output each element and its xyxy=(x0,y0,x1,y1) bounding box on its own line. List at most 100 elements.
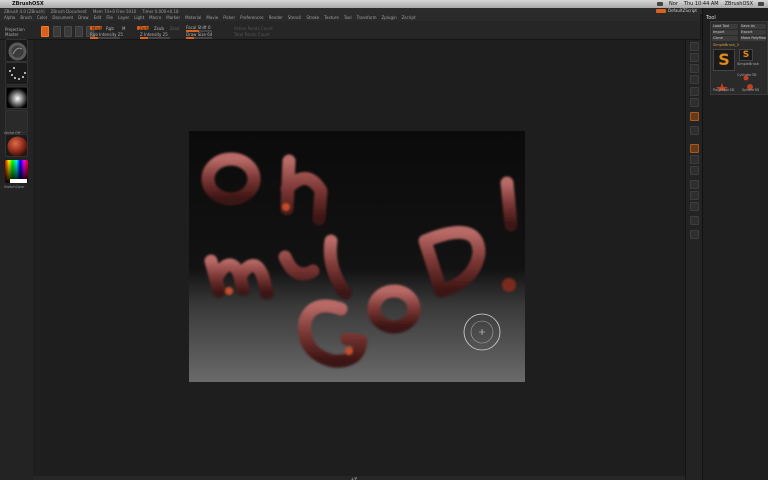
simple-brush-thumbnail[interactable]: S xyxy=(739,49,753,61)
import-button[interactable]: Import xyxy=(712,30,738,35)
switch-color-label[interactable]: SwitchColor xyxy=(4,185,25,189)
z-intensity-fill xyxy=(140,37,148,39)
texture-selector[interactable] xyxy=(5,110,28,133)
menu-marker[interactable]: Marker xyxy=(166,15,180,20)
mrgb-label: Mrgb xyxy=(92,26,103,31)
menu-alpha[interactable]: Alpha xyxy=(4,15,15,20)
rotate-button[interactable] xyxy=(690,202,699,211)
rgb-intensity-fill xyxy=(90,37,98,39)
stroke-letter-h xyxy=(280,154,328,226)
menu-document[interactable]: Document xyxy=(52,15,73,20)
aahalf-button[interactable] xyxy=(690,98,699,107)
wifi-icon[interactable] xyxy=(657,2,664,6)
menu-draw[interactable]: Draw xyxy=(78,15,88,20)
shelf-handle-icon[interactable]: ▲▼ xyxy=(351,476,357,480)
cylinder-thumbnail[interactable] xyxy=(739,66,753,81)
red-wax-material-icon xyxy=(7,136,27,156)
m-button[interactable]: M xyxy=(122,26,125,31)
transp-button[interactable] xyxy=(690,230,699,239)
edit-mode-button[interactable] xyxy=(41,26,49,37)
brush-selector[interactable] xyxy=(5,39,28,62)
stroke-exclamation xyxy=(500,176,518,232)
stroke-letter-D xyxy=(418,226,486,298)
default-script-button[interactable] xyxy=(656,9,666,13)
zsub-button[interactable]: Zsub xyxy=(154,26,164,31)
clock[interactable]: Thu 10:44 AM xyxy=(684,1,719,7)
stroke-highlight xyxy=(225,287,233,295)
zbrush-menubar: Alpha Brush Color Document Draw Edit Fil… xyxy=(0,14,700,21)
export-button[interactable]: Export xyxy=(740,30,766,35)
actual-button[interactable] xyxy=(690,87,699,96)
clone-button[interactable]: Clone xyxy=(712,36,738,41)
persp-button[interactable] xyxy=(690,112,699,121)
polyf-button[interactable] xyxy=(690,216,699,225)
current-tool-label: SimpleBrush_3 xyxy=(713,43,740,47)
menu-stencil[interactable]: Stencil xyxy=(288,15,302,20)
title-item: ZBrush 4.0 [ZBrush] xyxy=(4,8,45,14)
zoom-button[interactable] xyxy=(690,75,699,84)
menu-stroke[interactable]: Stroke xyxy=(306,15,319,20)
sphere-thumbnail[interactable] xyxy=(743,77,757,90)
scale-button[interactable] xyxy=(690,191,699,200)
mac-menubar: ZBrushOSX Nor Thu 10:44 AM ZBrushOSX xyxy=(0,0,768,8)
local-button[interactable] xyxy=(690,144,699,153)
scale-mode-button[interactable] xyxy=(75,26,83,37)
menu-file[interactable]: File xyxy=(106,15,113,20)
stroke-highlight xyxy=(345,347,353,355)
app-menu[interactable]: ZBrushOSX xyxy=(12,1,44,7)
alpha-selector[interactable] xyxy=(5,86,28,109)
rgb-button[interactable]: Rgb xyxy=(106,26,114,31)
make-polymesh-button[interactable]: Make PolyMesh3D xyxy=(740,36,766,41)
sculpted-text-strokes xyxy=(201,152,518,368)
current-tool-thumbnail[interactable]: S xyxy=(713,49,735,71)
draw-mode-button[interactable] xyxy=(53,26,61,37)
save-as-button[interactable]: Save As xyxy=(740,24,766,29)
menu-picker[interactable]: Picker xyxy=(223,15,235,20)
menu-light[interactable]: Light xyxy=(134,15,144,20)
material-selector[interactable] xyxy=(5,134,28,157)
menu-texture[interactable]: Texture xyxy=(324,15,339,20)
stroke-letter-O xyxy=(201,152,261,206)
menu-macro[interactable]: Macro xyxy=(149,15,161,20)
move-mode-button[interactable] xyxy=(64,26,72,37)
frame-button[interactable] xyxy=(690,166,699,175)
spotlight-icon[interactable] xyxy=(758,2,764,6)
bpr-button[interactable] xyxy=(690,42,699,51)
stroke-highlight xyxy=(282,203,290,211)
zcut-button[interactable]: Zcut xyxy=(170,26,179,31)
move-button[interactable] xyxy=(690,180,699,189)
top-toolbar: Projection Master Mrgb Rgb M Rgb Intensi… xyxy=(0,21,700,40)
document-canvas[interactable] xyxy=(189,131,525,382)
floor-button[interactable] xyxy=(690,126,699,135)
menu-layer[interactable]: Layer xyxy=(118,15,129,20)
bottom-shelf: ▲▼ xyxy=(33,476,685,480)
menu-brush[interactable]: Brush xyxy=(20,15,32,20)
z-intensity-slider[interactable] xyxy=(140,37,170,39)
rgb-intensity-slider[interactable] xyxy=(90,37,120,39)
load-tool-button[interactable]: Load Tool xyxy=(712,24,738,29)
color-picker[interactable] xyxy=(5,160,28,183)
menubar-right-app: ZBrushOSX xyxy=(724,1,753,7)
xyz-button[interactable] xyxy=(690,155,699,164)
draw-size-fill xyxy=(186,37,194,39)
spix-button[interactable] xyxy=(690,53,699,62)
menu-color[interactable]: Color xyxy=(37,15,47,20)
projection-master-button[interactable]: Projection Master xyxy=(5,27,27,37)
polymesh-thumbnail[interactable] xyxy=(715,77,729,92)
menu-movie[interactable]: Movie xyxy=(206,15,218,20)
menu-render[interactable]: Render xyxy=(269,15,283,20)
status-label[interactable]: Nor xyxy=(669,1,678,7)
menu-preferences[interactable]: Preferences xyxy=(240,15,264,20)
scroll-button[interactable] xyxy=(690,64,699,73)
menu-zscript[interactable]: Zscript xyxy=(402,15,416,20)
stroke-letter-O2 xyxy=(367,284,421,334)
title-item: Mem 74+0 Free 5010 xyxy=(92,8,137,14)
menu-zplugin[interactable]: Zplugin xyxy=(382,15,397,20)
menu-material[interactable]: Material xyxy=(185,15,201,20)
draw-size-slider[interactable] xyxy=(186,37,212,39)
stroke-selector[interactable] xyxy=(5,62,28,85)
menu-tool[interactable]: Tool xyxy=(344,15,352,20)
menu-transform[interactable]: Transform xyxy=(357,15,377,20)
menu-edit[interactable]: Edit xyxy=(94,15,102,20)
standard-brush-icon xyxy=(8,42,27,61)
